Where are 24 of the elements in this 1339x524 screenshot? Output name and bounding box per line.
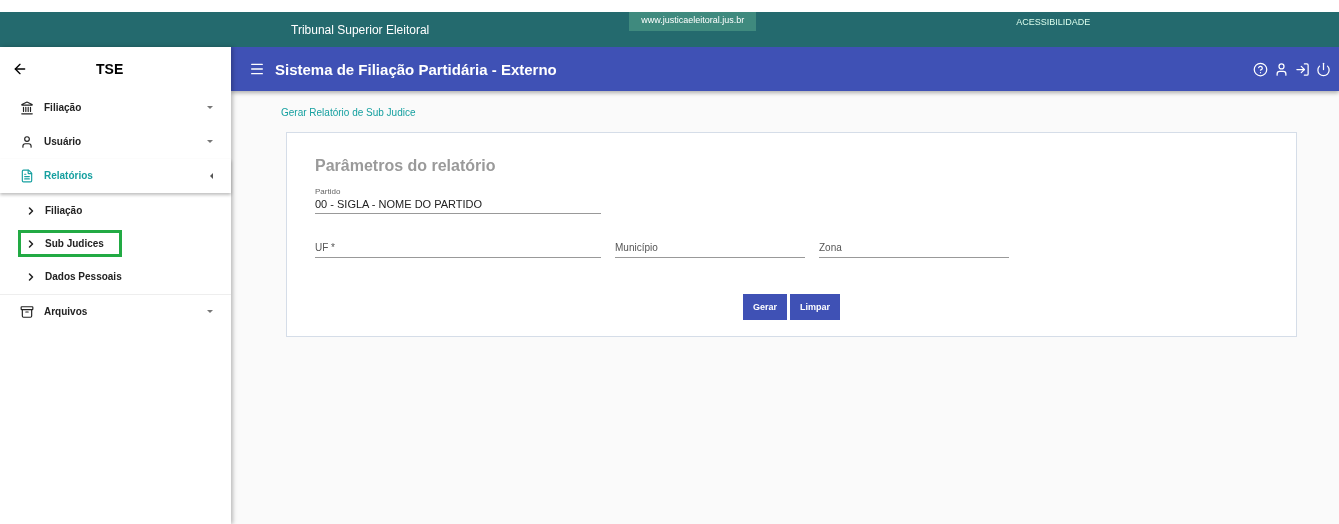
submenu-item[interactable]: Sub Judices [18, 230, 122, 257]
power-icon[interactable] [1316, 61, 1331, 77]
app-title: Sistema de Filiação Partidária - Externo [275, 60, 558, 78]
party-field[interactable]: Partido 00 - SIGLA - NOME DO PARTIDO [315, 187, 601, 214]
site-link[interactable]: www.justicaeleitoral.jus.br [629, 12, 757, 31]
accessibility-link[interactable]: ACESSIBILIDADE [1016, 17, 1091, 27]
sidebar-title: TSE [96, 61, 124, 77]
form-button[interactable]: Limpar [790, 294, 840, 320]
person-icon [20, 134, 34, 149]
input-field[interactable]: Zona [819, 238, 1009, 258]
bank-icon [20, 100, 34, 115]
input-field[interactable]: Município [615, 238, 805, 258]
menu-icon[interactable] [249, 61, 265, 77]
archive-icon [20, 304, 34, 319]
submenu-item[interactable]: Filiação [18, 197, 208, 224]
help-icon[interactable] [1253, 61, 1268, 77]
user-icon[interactable] [1274, 61, 1289, 77]
form-title: Parâmetros do relatório [315, 157, 497, 175]
banner-title: Tribunal Superior Eleitoral [291, 23, 430, 37]
login-icon[interactable] [1295, 61, 1310, 77]
form-button[interactable]: Gerar [742, 294, 787, 320]
input-field[interactable]: UF * [315, 238, 601, 258]
document-icon [20, 168, 34, 183]
submenu-item[interactable]: Dados Pessoais [18, 263, 208, 290]
